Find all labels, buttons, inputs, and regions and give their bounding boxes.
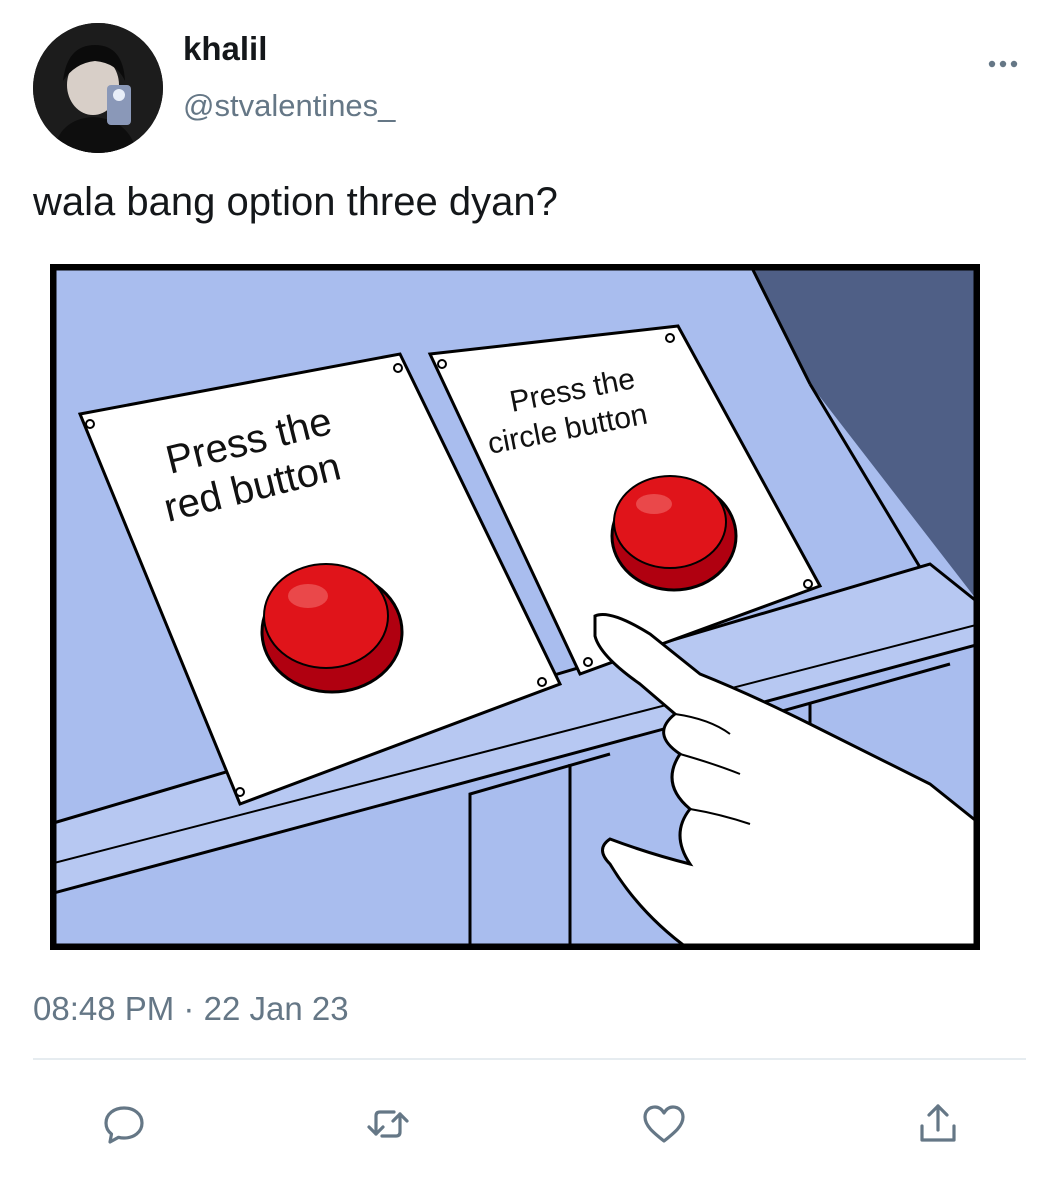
reply-icon xyxy=(104,1106,144,1144)
retweet-icon xyxy=(367,1110,409,1138)
share-icon xyxy=(920,1104,956,1142)
display-name[interactable]: khalil xyxy=(183,30,267,68)
heart-icon xyxy=(643,1105,685,1143)
like-button[interactable] xyxy=(636,1096,692,1152)
tweet-date: 22 Jan 23 xyxy=(203,990,349,1027)
more-horizontal-icon[interactable] xyxy=(983,44,1023,84)
share-button[interactable] xyxy=(910,1096,966,1152)
avatar[interactable] xyxy=(33,23,163,153)
user-handle[interactable]: @stvalentines_ xyxy=(183,88,395,124)
tweet-time: 08:48 PM xyxy=(33,990,175,1027)
retweet-button[interactable] xyxy=(360,1096,416,1152)
tweet-text: wala bang option three dyan? xyxy=(33,180,558,224)
meta-separator: · xyxy=(183,990,195,1027)
tweet-media-image[interactable]: Press the red button Press the circle bu… xyxy=(48,263,982,952)
divider xyxy=(33,1058,1026,1060)
reply-button[interactable] xyxy=(96,1096,152,1152)
avatar-photo xyxy=(33,23,163,153)
tweet-timestamp[interactable]: 08:48 PM · 22 Jan 23 xyxy=(33,990,349,1028)
